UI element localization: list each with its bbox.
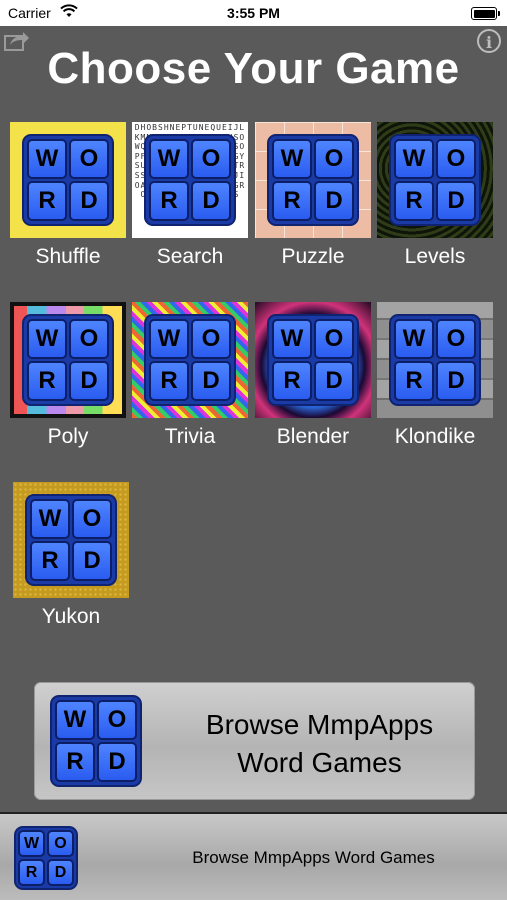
- logo-letter: R: [30, 541, 70, 581]
- game-yukon[interactable]: W O R D Yukon: [10, 482, 132, 629]
- game-label[interactable]: Blender: [252, 425, 374, 449]
- logo-letter: D: [314, 181, 354, 221]
- logo-letter: D: [191, 181, 231, 221]
- logo-letter: R: [18, 859, 45, 886]
- game-tile-levels[interactable]: W O R D: [377, 122, 493, 238]
- game-search[interactable]: DHOBSHNEPTUNEQUEIJLKMNTWDMEAIBJVOSTHSOWQ…: [129, 122, 251, 269]
- logo-letter: R: [27, 181, 67, 221]
- game-trivia[interactable]: W O R D Trivia: [129, 302, 251, 449]
- word-logo: W O R D: [146, 316, 234, 404]
- game-tile-yukon[interactable]: W O R D: [13, 482, 129, 598]
- game-tile-puzzle[interactable]: W O R D: [255, 122, 371, 238]
- game-shuffle[interactable]: W O R D Shuffle: [7, 122, 129, 269]
- logo-letter: O: [69, 319, 109, 359]
- clock: 3:55 PM: [227, 5, 280, 21]
- logo-letter: W: [27, 139, 67, 179]
- logo-letter: R: [272, 361, 312, 401]
- logo-letter: W: [149, 139, 189, 179]
- logo-letter: D: [69, 181, 109, 221]
- logo-letter: O: [436, 139, 476, 179]
- ad-banner-text: Browse MmpApps Word Games: [192, 848, 435, 867]
- logo-letter: R: [55, 742, 95, 782]
- game-levels[interactable]: W O R D Levels: [374, 122, 496, 269]
- game-klondike[interactable]: W O R D Klondike: [374, 302, 496, 449]
- game-tile-klondike[interactable]: W O R D: [377, 302, 493, 418]
- logo-letter: W: [30, 499, 70, 539]
- logo-letter: O: [314, 139, 354, 179]
- logo-letter: D: [97, 742, 137, 782]
- ad-banner[interactable]: W O R D Browse MmpApps Word Games: [0, 812, 507, 900]
- logo-letter: W: [27, 319, 67, 359]
- word-logo: W O R D: [269, 316, 357, 404]
- logo-letter: D: [314, 361, 354, 401]
- word-logo: W O R D: [24, 136, 112, 224]
- word-logo: W O R D: [16, 828, 76, 888]
- page-title: Choose Your Game: [47, 44, 460, 93]
- game-tile-shuffle[interactable]: W O R D: [10, 122, 126, 238]
- game-label[interactable]: Poly: [7, 425, 129, 449]
- word-logo: W O R D: [391, 136, 479, 224]
- logo-letter: D: [436, 361, 476, 401]
- game-tile-poly[interactable]: W O R D: [10, 302, 126, 418]
- battery-icon: [471, 7, 500, 20]
- word-logo: W O R D: [27, 496, 115, 584]
- logo-letter: W: [272, 139, 312, 179]
- logo-letter: O: [72, 499, 112, 539]
- logo-letter: D: [191, 361, 231, 401]
- browse-word-games-button[interactable]: W O R D Browse MmpApps Word Games: [34, 682, 475, 800]
- logo-letter: R: [149, 181, 189, 221]
- logo-letter: D: [72, 541, 112, 581]
- logo-letter: W: [149, 319, 189, 359]
- logo-letter: O: [69, 139, 109, 179]
- game-tile-trivia[interactable]: W O R D: [132, 302, 248, 418]
- logo-letter: O: [97, 700, 137, 740]
- status-bar: Carrier 3:55 PM: [0, 0, 507, 26]
- logo-letter: O: [436, 319, 476, 359]
- logo-letter: D: [436, 181, 476, 221]
- logo-letter: O: [314, 319, 354, 359]
- logo-letter: W: [55, 700, 95, 740]
- game-label[interactable]: Trivia: [129, 425, 251, 449]
- logo-letter: O: [191, 139, 231, 179]
- logo-letter: O: [47, 830, 74, 857]
- logo-letter: O: [191, 319, 231, 359]
- word-logo: W O R D: [269, 136, 357, 224]
- game-puzzle[interactable]: W O R D Puzzle: [252, 122, 374, 269]
- game-label[interactable]: Puzzle: [252, 245, 374, 269]
- game-blender[interactable]: W O R D Blender: [252, 302, 374, 449]
- browse-button-text: Browse MmpApps Word Games: [174, 706, 465, 782]
- word-logo: W O R D: [391, 316, 479, 404]
- game-label[interactable]: Shuffle: [7, 245, 129, 269]
- logo-letter: D: [69, 361, 109, 401]
- browse-line-1: Browse MmpApps: [205, 709, 434, 740]
- logo-letter: R: [394, 361, 434, 401]
- logo-letter: W: [272, 319, 312, 359]
- game-tile-search[interactable]: DHOBSHNEPTUNEQUEIJLKMNTWDMEAIBJVOSTHSOWQ…: [132, 122, 248, 238]
- game-label[interactable]: Search: [129, 245, 251, 269]
- game-label[interactable]: Yukon: [10, 605, 132, 629]
- browse-line-2: Word Games: [237, 747, 402, 778]
- game-poly[interactable]: W O R D Poly: [7, 302, 129, 449]
- logo-letter: R: [149, 361, 189, 401]
- logo-letter: R: [394, 181, 434, 221]
- logo-letter: D: [47, 859, 74, 886]
- logo-letter: W: [394, 139, 434, 179]
- logo-letter: R: [272, 181, 312, 221]
- game-tile-blender[interactable]: W O R D: [255, 302, 371, 418]
- word-logo: W O R D: [146, 136, 234, 224]
- logo-letter: R: [27, 361, 67, 401]
- word-logo: W O R D: [24, 316, 112, 404]
- word-logo: W O R D: [52, 697, 140, 785]
- game-label[interactable]: Klondike: [374, 425, 496, 449]
- logo-letter: W: [18, 830, 45, 857]
- logo-letter: W: [394, 319, 434, 359]
- game-label[interactable]: Levels: [374, 245, 496, 269]
